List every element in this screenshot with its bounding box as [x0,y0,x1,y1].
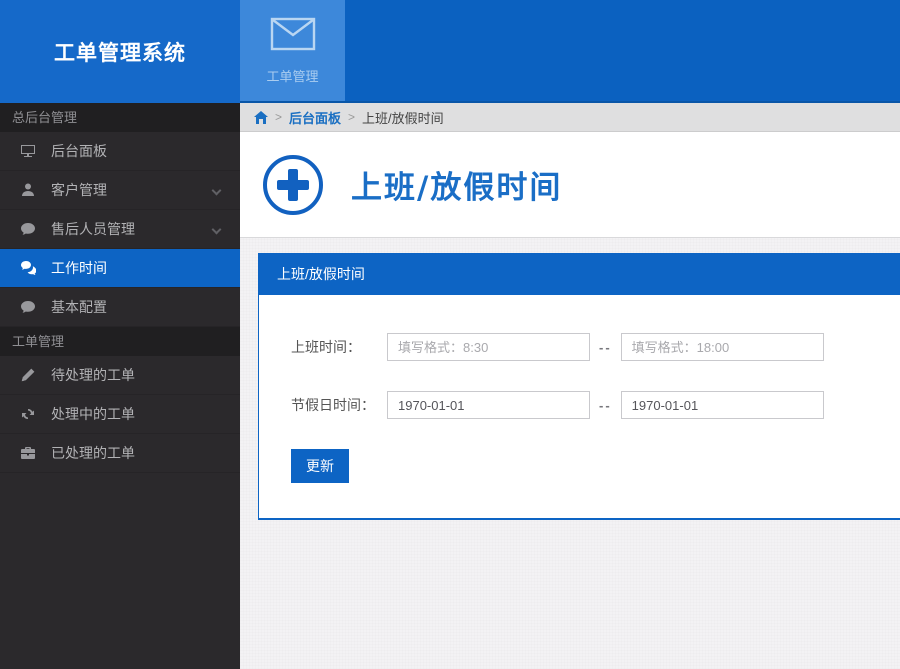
panel-header: 上班/放假时间 [259,253,900,295]
sidebar-item-label: 处理中的工单 [51,406,135,422]
sidebar-item-customers[interactable]: 客户管理 [0,171,240,210]
work-end-input[interactable] [620,333,824,361]
topbar: 工单管理 [240,0,900,103]
comment-icon [20,221,36,237]
breadcrumb-link-dashboard[interactable]: 后台面板 [289,108,341,127]
holiday-end-input[interactable] [620,391,824,419]
chevron-down-icon [211,185,222,196]
work-time-label: 上班时间： [291,339,361,355]
breadcrumb-separator: > [275,110,283,124]
worktime-panel: 上班/放假时间 上班时间： -- 节假日时间： -- 更新 [258,253,900,520]
refresh-icon [20,406,36,422]
range-separator: -- [599,397,612,413]
breadcrumb-current: 上班/放假时间 [362,110,444,126]
sidebar-item-basic-config[interactable]: 基本配置 [0,288,240,327]
plus-circle-icon [263,154,323,215]
holiday-row: 节假日时间： -- [291,391,900,419]
sidebar-item-label: 已处理的工单 [51,445,135,461]
envelope-icon [270,17,316,56]
sidebar: 工单管理系统 总后台管理 后台面板 客户管理 售后人员管理 工作时间 基本配置 … [0,0,240,669]
topbar-module-workorders[interactable]: 工单管理 [240,0,345,101]
page-header: 上班/放假时间 [240,132,900,238]
sidebar-item-completed-orders[interactable]: 已处理的工单 [0,434,240,473]
comment-icon [20,299,36,315]
app-window: 工单管理系统 总后台管理 后台面板 客户管理 售后人员管理 工作时间 基本配置 … [0,0,900,669]
sidebar-item-pending-orders[interactable]: 待处理的工单 [0,356,240,395]
range-separator: -- [599,339,612,355]
app-title: 工单管理系统 [54,41,186,65]
sidebar-item-label: 基本配置 [51,299,107,315]
holiday-start-input[interactable] [387,391,590,419]
user-icon [20,182,36,198]
sidebar-section-admin: 总后台管理 [0,103,240,132]
app-logo: 工单管理系统 [0,0,240,103]
briefcase-icon [20,445,36,461]
work-time-row: 上班时间： -- [291,333,900,361]
page-title: 上班/放假时间 [351,170,563,206]
home-icon[interactable] [254,110,268,124]
sidebar-item-label: 后台面板 [51,143,107,159]
pencil-icon [20,367,36,383]
sidebar-section-workorders: 工单管理 [0,327,240,356]
work-start-input[interactable] [387,333,590,361]
holiday-label: 节假日时间： [291,397,375,413]
breadcrumb: > 后台面板 > 上班/放假时间 [240,103,900,132]
sidebar-item-processing-orders[interactable]: 处理中的工单 [0,395,240,434]
update-button[interactable]: 更新 [291,449,349,483]
comments-icon [20,260,36,276]
sidebar-item-label: 待处理的工单 [51,367,135,383]
sidebar-item-label: 工作时间 [51,260,107,276]
topbar-module-label: 工单管理 [266,68,319,84]
chevron-down-icon [211,224,222,235]
sidebar-item-aftersales-staff[interactable]: 售后人员管理 [0,210,240,249]
panel-body: 上班时间： -- 节假日时间： -- 更新 [259,295,900,518]
main-content: 上班/放假时间 上班时间： -- 节假日时间： -- 更新 [240,238,900,669]
sidebar-item-label: 售后人员管理 [51,221,135,237]
desktop-icon [20,143,36,159]
sidebar-item-dashboard[interactable]: 后台面板 [0,132,240,171]
sidebar-item-work-time[interactable]: 工作时间 [0,249,240,288]
sidebar-item-label: 客户管理 [51,182,107,198]
breadcrumb-separator: > [348,110,356,124]
